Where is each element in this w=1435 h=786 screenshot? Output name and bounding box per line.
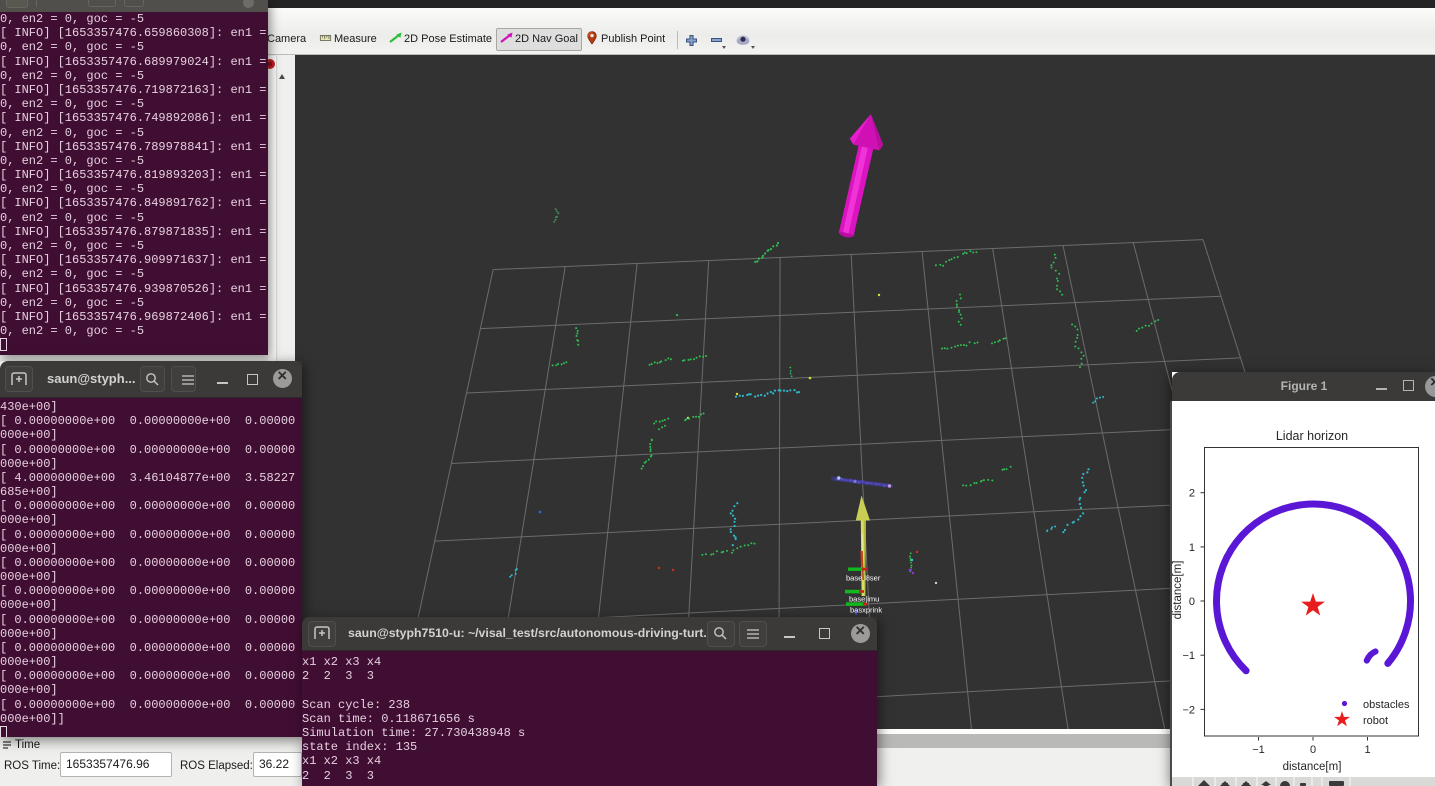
svg-text:−1: −1 <box>1182 650 1195 662</box>
svg-text:1: 1 <box>1364 744 1370 756</box>
svg-text:base|imu: base|imu <box>849 595 879 604</box>
svg-text:2: 2 <box>1189 488 1195 500</box>
svg-text:distance[m]: distance[m] <box>1283 761 1342 773</box>
svg-text:robot: robot <box>1363 715 1388 727</box>
svg-text:−1: −1 <box>1252 744 1265 756</box>
svg-text:basxprink: basxprink <box>850 606 882 615</box>
svg-text:obstacles: obstacles <box>1363 699 1410 711</box>
svg-text:base l8ser: base l8ser <box>846 574 881 583</box>
svg-text:Lidar horizon: Lidar horizon <box>1276 429 1348 443</box>
svg-text:0: 0 <box>1189 596 1195 608</box>
svg-text:0: 0 <box>1310 744 1316 756</box>
svg-text:1: 1 <box>1189 542 1195 554</box>
svg-text:distance[m]: distance[m] <box>1172 561 1184 620</box>
svg-text:−2: −2 <box>1182 704 1195 716</box>
